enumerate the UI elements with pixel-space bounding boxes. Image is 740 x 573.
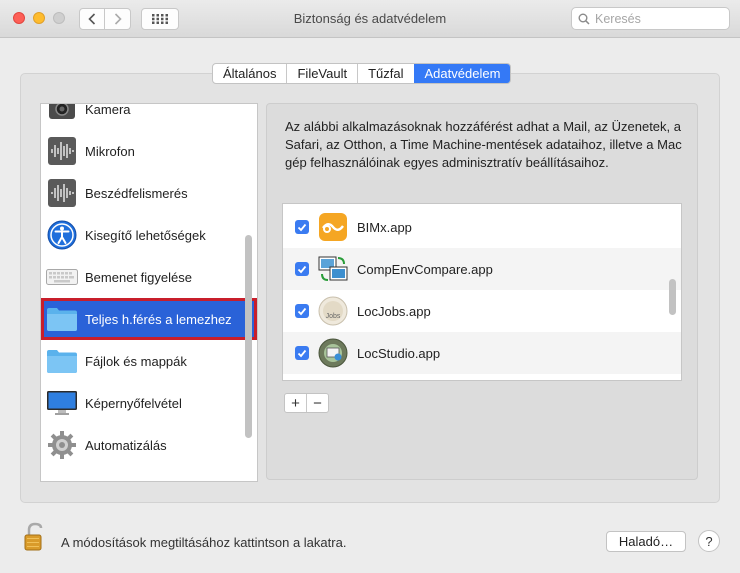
search-placeholder: Keresés — [595, 11, 641, 26]
gear-icon — [46, 429, 78, 461]
app-checkbox[interactable] — [295, 220, 309, 234]
sidebar-item-automation[interactable]: Automatizálás — [41, 424, 257, 466]
list-item[interactable]: LocStudio.app — [283, 332, 681, 374]
search-field[interactable]: Keresés — [571, 7, 730, 30]
tab-bar: Általános FileVault Tűzfal Adatvédelem — [212, 63, 512, 84]
add-app-button[interactable]: + — [285, 394, 306, 412]
app-name: LocJobs.app — [357, 303, 431, 319]
sidebar-item-speech-recognition[interactable]: Beszédfelismerés — [41, 172, 257, 214]
checkmark-icon — [297, 223, 307, 231]
locstudio-icon — [318, 338, 348, 368]
title-bar: Biztonság és adatvédelem Keresés — [0, 0, 740, 38]
tab-general[interactable]: Általános — [213, 64, 286, 83]
app-name: CompEnvCompare.app — [357, 261, 493, 277]
lock-icon[interactable] — [24, 522, 46, 552]
privacy-description: Az alábbi alkalmazásoknak hozzáférést ad… — [285, 119, 682, 170]
sidebar-item-label: Bemenet figyelése — [85, 269, 192, 285]
checkmark-icon — [297, 349, 307, 357]
help-button[interactable]: ? — [698, 530, 720, 552]
lock-message: A módosítások megtiltásához kattintson a… — [61, 535, 347, 550]
sidebar-item-label: Beszédfelismerés — [85, 185, 188, 201]
list-item[interactable]: CompEnvCompare.app — [283, 248, 681, 290]
sidebar-item-camera[interactable]: Kamera — [41, 103, 257, 130]
list-item[interactable]: Jobs LocJobs.app — [283, 290, 681, 332]
sidebar-item-label: Kamera — [85, 103, 131, 117]
app-name: LocStudio.app — [357, 345, 441, 361]
sidebar-item-accessibility[interactable]: Kisegítő lehetőségek — [41, 214, 257, 256]
compenvcompare-icon — [318, 254, 348, 284]
camera-icon — [46, 104, 78, 125]
search-icon — [578, 13, 590, 25]
sidebar-item-screen-recording[interactable]: Képernyőfelvétel — [41, 382, 257, 424]
app-icon — [46, 471, 78, 481]
keyboard-icon — [46, 261, 78, 293]
checkmark-icon — [297, 307, 307, 315]
sidebar-item-label: Képernyőfelvétel — [85, 395, 182, 411]
remove-app-button[interactable]: − — [306, 394, 328, 412]
sidebar-item-label: Teljes h.férés a lemezhez — [85, 311, 232, 327]
svg-text:Jobs: Jobs — [326, 313, 341, 320]
list-item — [283, 374, 681, 380]
accessibility-icon — [46, 219, 78, 251]
sidebar-item-label: Automatizálás — [85, 437, 167, 453]
locjobs-icon: Jobs — [318, 296, 348, 326]
tab-filevault[interactable]: FileVault — [286, 64, 357, 83]
tab-privacy[interactable]: Adatvédelem — [413, 64, 511, 83]
folder-icon — [46, 345, 78, 377]
app-name: BIMx.app — [357, 219, 412, 235]
display-icon — [46, 387, 78, 419]
add-remove-control: + − — [284, 393, 329, 413]
sidebar-item-label: Kisegítő lehetőségek — [85, 227, 206, 243]
bimx-icon — [318, 212, 348, 242]
app-checkbox[interactable] — [295, 346, 309, 360]
checkmark-icon — [297, 265, 307, 273]
sidebar-item-files-and-folders[interactable]: Fájlok és mappák — [41, 340, 257, 382]
sidebar-item-label: Mikrofon — [85, 143, 135, 159]
advanced-button[interactable]: Haladó… — [606, 531, 686, 552]
sidebar-scrollbar[interactable] — [245, 235, 252, 438]
privacy-category-list[interactable]: Kamera Mikrofon Beszédfelismerés Kisegít… — [40, 103, 258, 482]
sidebar-item-full-disk-access[interactable]: Teljes h.férés a lemezhez — [41, 298, 257, 340]
app-list[interactable]: BIMx.app CompEnvCompare.app Jobs LocJobs… — [282, 203, 682, 381]
list-item[interactable]: BIMx.app — [283, 206, 681, 248]
sidebar-item-partial — [41, 466, 257, 481]
sidebar-item-input-monitoring[interactable]: Bemenet figyelése — [41, 256, 257, 298]
speech-recognition-icon — [46, 177, 78, 209]
app-checkbox[interactable] — [295, 304, 309, 318]
tab-firewall[interactable]: Tűzfal — [357, 64, 413, 83]
folder-icon — [46, 303, 78, 335]
sidebar-item-microphone[interactable]: Mikrofon — [41, 130, 257, 172]
app-list-scrollbar[interactable] — [669, 279, 676, 315]
sidebar-item-label: Fájlok és mappák — [85, 353, 187, 369]
microphone-icon — [46, 135, 78, 167]
app-checkbox[interactable] — [295, 262, 309, 276]
